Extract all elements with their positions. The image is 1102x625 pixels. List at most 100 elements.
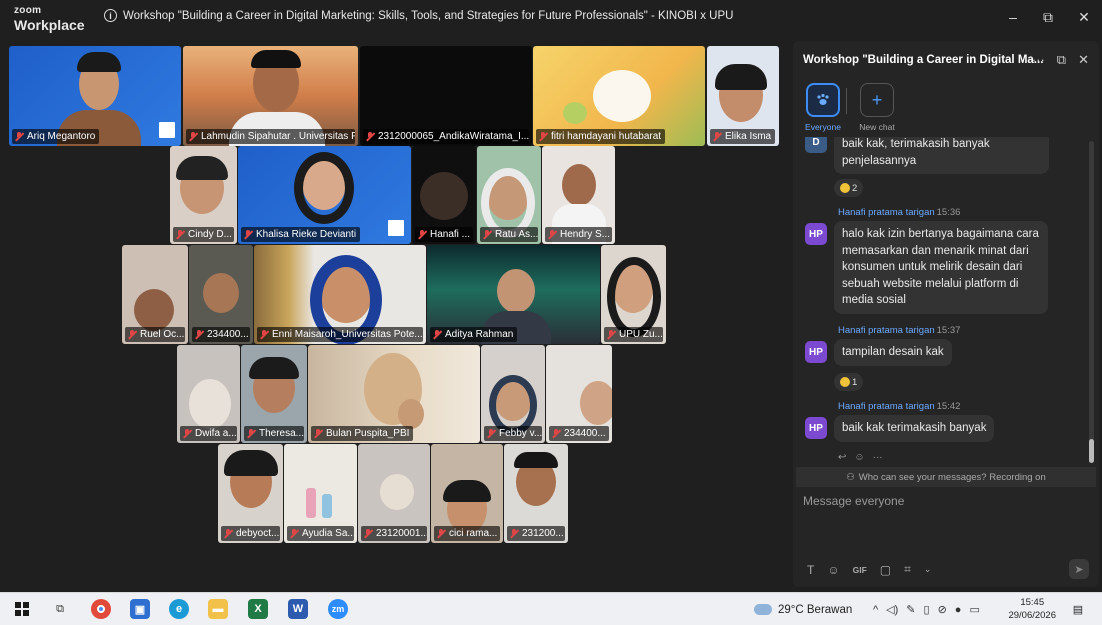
participant-name: fitri hamdayani hutabarat <box>536 129 666 144</box>
mic-muted-icon <box>606 329 616 340</box>
word-icon[interactable]: W <box>288 599 308 619</box>
video-tile-active-speaker[interactable]: Lahmudin Sipahutar . Universitas P... <box>183 46 358 146</box>
video-tile[interactable]: Febby v... <box>481 345 545 443</box>
plus-icon: + <box>860 83 894 117</box>
privacy-notice[interactable]: ⚇ Who can see your messages? Recording on <box>796 467 1096 487</box>
video-tile[interactable]: Bulan Puspita_PBI <box>308 345 480 443</box>
video-tile[interactable]: 234400... <box>189 245 253 344</box>
tab-everyone[interactable]: Everyone <box>801 83 845 132</box>
microphone-icon[interactable]: ● <box>955 604 962 616</box>
video-tile[interactable]: Khalisa Rieke Devianti <box>238 146 411 244</box>
avatar: HP <box>805 223 827 245</box>
message-input[interactable]: Message everyone <box>803 494 904 508</box>
notifications-icon[interactable]: ▤ <box>1068 599 1088 619</box>
video-tile[interactable]: Ayudia Sa... <box>284 444 357 543</box>
video-tile[interactable]: fitri hamdayani hutabarat <box>533 46 705 146</box>
brand-bottom: Workplace <box>14 17 85 33</box>
maximize-button[interactable]: ⧉ <box>1038 9 1058 26</box>
emoji-icon[interactable]: ☺ <box>827 563 839 577</box>
video-tile[interactable]: Elika Isma <box>707 46 779 146</box>
mic-muted-icon <box>243 229 253 240</box>
popout-icon[interactable]: ⧉ <box>1057 52 1066 68</box>
mic-muted-icon <box>313 428 323 439</box>
battery-icon[interactable]: ▯ <box>924 603 930 616</box>
message-bubble[interactable]: tampilan desain kak <box>834 339 952 366</box>
video-tile[interactable]: cici rama... <box>431 444 503 543</box>
video-tile[interactable]: Theresa... <box>241 345 307 443</box>
gif-icon[interactable]: GIF <box>853 565 867 575</box>
reaction-badge[interactable]: 2 <box>834 179 864 197</box>
video-tile[interactable]: Aditya Rahman <box>427 245 600 344</box>
emoji-reaction-icon[interactable]: ☺ <box>854 452 864 463</box>
participant-name: Theresa... <box>244 426 304 441</box>
participant-name: Elika Isma <box>710 129 776 144</box>
close-button[interactable]: ✕ <box>1074 9 1094 26</box>
video-tile[interactable]: 2312000065_AndikaWiratama_I... <box>360 46 532 146</box>
reaction-badge[interactable]: 1 <box>834 373 864 391</box>
zoom-window: zoom Workplace i Workshop "Building a Ca… <box>0 0 1102 625</box>
edge-icon[interactable]: e <box>169 599 189 619</box>
pen-icon[interactable]: ✎ <box>906 603 915 616</box>
mic-muted-icon <box>223 528 233 539</box>
zoom-logo: zoom Workplace <box>14 6 85 33</box>
zoom-app-icon[interactable]: zm <box>328 599 348 619</box>
participant-name: 234400... <box>192 327 250 342</box>
message-bubble[interactable]: baik kak terimakasih banyak <box>834 415 995 442</box>
video-tile[interactable]: Hanafi ... <box>412 146 476 244</box>
video-tile[interactable]: UPU Zu... <box>601 245 666 344</box>
video-tile[interactable]: 23120001... <box>358 444 430 543</box>
mic-muted-icon <box>486 428 496 439</box>
tab-new-chat[interactable]: + New chat <box>855 83 899 132</box>
people-icon: ⚇ <box>846 471 855 483</box>
file-icon[interactable]: ▢ <box>880 563 891 577</box>
video-tile[interactable]: Dwifa a... <box>177 345 240 443</box>
chevron-up-icon[interactable]: ^ <box>873 604 878 616</box>
video-tile[interactable]: debyoct... <box>218 444 283 543</box>
video-tile[interactable]: Cindy D... <box>170 146 237 244</box>
video-tile[interactable]: Hendry S... <box>542 146 615 244</box>
store-icon[interactable]: ▣ <box>130 599 150 619</box>
windows-start-icon[interactable] <box>12 599 32 619</box>
cloud-icon <box>754 604 772 615</box>
participant-name: 234400... <box>549 426 609 441</box>
chat-toolbar: T ☺ GIF ▢ ⌗ ⌄ <box>807 562 931 577</box>
more-icon[interactable]: ··· <box>873 452 883 463</box>
network-icon[interactable]: ▭ <box>969 603 979 616</box>
message-bubble[interactable]: halo kak izin bertanya bagaimana cara me… <box>834 221 1048 314</box>
reply-icon[interactable]: ↩ <box>838 452 846 463</box>
send-icon[interactable]: ➤ <box>1069 559 1089 579</box>
video-tile[interactable]: Enni Maisaroh_Universitas Pote... <box>254 245 426 344</box>
participant-name: Aditya Rahman <box>430 327 518 342</box>
chrome-icon[interactable] <box>91 599 111 619</box>
mic-muted-icon <box>551 428 561 439</box>
video-tile[interactable]: Ariq Megantoro <box>9 46 181 146</box>
volume-icon[interactable]: ◁) <box>886 603 898 616</box>
scrollbar-thumb[interactable] <box>1089 439 1094 463</box>
mic-muted-icon <box>246 428 256 439</box>
video-tile[interactable]: Ratu As... <box>477 146 541 244</box>
task-view-icon[interactable]: ⧉ <box>50 599 70 619</box>
system-clock[interactable]: 15:45 29/06/2026 <box>1008 596 1056 622</box>
info-icon[interactable]: i <box>104 9 117 22</box>
message-bubble[interactable]: baik kak, terimakasih banyak penjelasann… <box>834 137 1049 174</box>
weather-widget[interactable]: 29°C Berawan <box>754 593 852 625</box>
chat-scrollbar[interactable] <box>1089 141 1094 463</box>
video-tile[interactable]: 234400... <box>546 345 612 443</box>
participant-name: Bulan Puspita_PBI <box>311 426 414 441</box>
mic-muted-icon <box>175 229 185 240</box>
format-text-icon[interactable]: T <box>807 563 814 577</box>
excel-icon[interactable]: X <box>248 599 268 619</box>
video-tile[interactable]: 231200... <box>504 444 568 543</box>
chevron-down-icon[interactable]: ⌄ <box>924 564 932 575</box>
screenshot-icon[interactable]: ⌗ <box>904 562 911 577</box>
close-chat-icon[interactable]: ✕ <box>1078 52 1089 68</box>
more-options-icon[interactable]: ··· <box>1032 52 1045 68</box>
minimize-button[interactable]: – <box>1003 9 1023 25</box>
camera-off-icon[interactable]: ⊘ <box>938 603 947 616</box>
video-tile[interactable]: Ruel Oc... <box>122 245 188 344</box>
mic-muted-icon <box>289 528 299 539</box>
mic-muted-icon <box>182 428 192 439</box>
file-explorer-icon[interactable]: ▬ <box>208 599 228 619</box>
mic-muted-icon <box>14 131 24 142</box>
avatar: HP <box>805 417 827 439</box>
